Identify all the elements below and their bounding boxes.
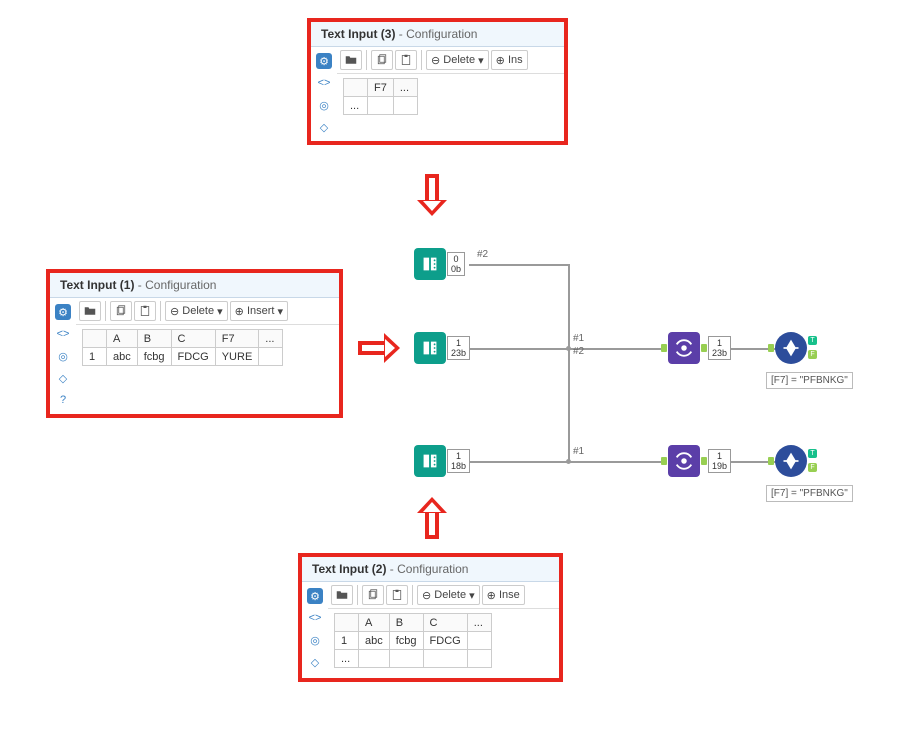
delete-button[interactable]: ⊖ Delete ▾ <box>426 50 489 70</box>
panel-text-input-3: Text Input (3) - Configuration ⚙ <> ◎ ◇ … <box>307 18 568 145</box>
gear-icon[interactable]: ⚙ <box>55 304 71 320</box>
panel-toolbar: ⊖ Delete ▾ ⊕ Inse <box>328 582 559 609</box>
panel-sidebar: ⚙ <> ◎ ◇ <box>302 582 328 678</box>
tag-icon[interactable]: ◇ <box>307 654 323 670</box>
delete-button[interactable]: ⊖ Delete ▾ <box>417 585 480 605</box>
target-icon[interactable]: ◎ <box>307 632 323 648</box>
paste-button[interactable] <box>386 585 408 605</box>
connector-label: #1 <box>573 333 584 344</box>
text-input-icon <box>414 445 446 477</box>
node-stats: 123b <box>708 336 731 360</box>
panel-text-input-2: Text Input (2) - Configuration ⚙ <> ◎ ◇ … <box>298 553 563 682</box>
code-icon[interactable]: <> <box>316 75 332 91</box>
paste-button[interactable] <box>134 301 156 321</box>
text-input-icon <box>414 332 446 364</box>
panel-title: Text Input (3) - Configuration <box>311 22 564 47</box>
panel-sidebar: ⚙ <> ◎ ◇ <box>311 47 337 141</box>
node-union-2[interactable] <box>668 445 700 477</box>
panel-text-input-1: Text Input (1) - Configuration ⚙ <> ◎ ◇ … <box>46 269 343 418</box>
data-grid[interactable]: F7...... <box>337 74 564 125</box>
open-button[interactable] <box>79 301 101 321</box>
code-icon[interactable]: <> <box>55 326 71 342</box>
filter-annotation: [F7] = "PFBNKG" <box>766 485 853 502</box>
node-filter-2[interactable]: T F <box>775 445 807 477</box>
code-icon[interactable]: <> <box>307 610 323 626</box>
tag-icon[interactable]: ◇ <box>316 119 332 135</box>
node-text-input-1[interactable] <box>414 332 446 364</box>
gear-icon[interactable]: ⚙ <box>316 53 332 69</box>
insert-button[interactable]: ⊕ Ins <box>491 50 528 70</box>
filter-icon <box>775 445 807 477</box>
copy-button[interactable] <box>371 50 393 70</box>
open-button[interactable] <box>340 50 362 70</box>
target-icon[interactable]: ◎ <box>316 97 332 113</box>
callout-arrow-up <box>417 497 447 539</box>
filter-icon <box>775 332 807 364</box>
copy-button[interactable] <box>110 301 132 321</box>
callout-arrow-right <box>358 333 400 363</box>
node-filter-1[interactable]: T F <box>775 332 807 364</box>
data-grid[interactable]: ABC...1abcfcbgFDCG... <box>328 609 559 678</box>
panel-title: Text Input (1) - Configuration <box>50 273 339 298</box>
node-stats: 123b <box>447 336 470 360</box>
insert-button[interactable]: ⊕ Insert ▾ <box>230 301 288 321</box>
open-button[interactable] <box>331 585 353 605</box>
help-icon[interactable]: ? <box>55 392 71 408</box>
panel-toolbar: ⊖ Delete ▾ ⊕ Insert ▾ <box>76 298 339 325</box>
node-text-input-3[interactable] <box>414 248 446 280</box>
data-grid[interactable]: ABCF7...1abcfcbgFDCGYURE <box>76 325 339 376</box>
node-stats: 118b <box>447 449 470 473</box>
panel-title: Text Input (2) - Configuration <box>302 557 559 582</box>
connector-label: #2 <box>477 249 488 260</box>
node-text-input-2[interactable] <box>414 445 446 477</box>
node-stats: 00b <box>447 252 465 276</box>
paste-button[interactable] <box>395 50 417 70</box>
target-icon[interactable]: ◎ <box>55 348 71 364</box>
node-union-1[interactable] <box>668 332 700 364</box>
copy-button[interactable] <box>362 585 384 605</box>
gear-icon[interactable]: ⚙ <box>307 588 323 604</box>
connector-label: #2 <box>573 346 584 357</box>
panel-toolbar: ⊖ Delete ▾ ⊕ Ins <box>337 47 564 74</box>
delete-button[interactable]: ⊖ Delete ▾ <box>165 301 228 321</box>
callout-arrow-down <box>417 174 447 216</box>
union-icon <box>668 445 700 477</box>
filter-annotation: [F7] = "PFBNKG" <box>766 372 853 389</box>
text-input-icon <box>414 248 446 280</box>
insert-button[interactable]: ⊕ Inse <box>482 585 525 605</box>
panel-sidebar: ⚙ <> ◎ ◇ ? <box>50 298 76 414</box>
tag-icon[interactable]: ◇ <box>55 370 71 386</box>
node-stats: 119b <box>708 449 731 473</box>
union-icon <box>668 332 700 364</box>
connector-label: #1 <box>573 446 584 457</box>
